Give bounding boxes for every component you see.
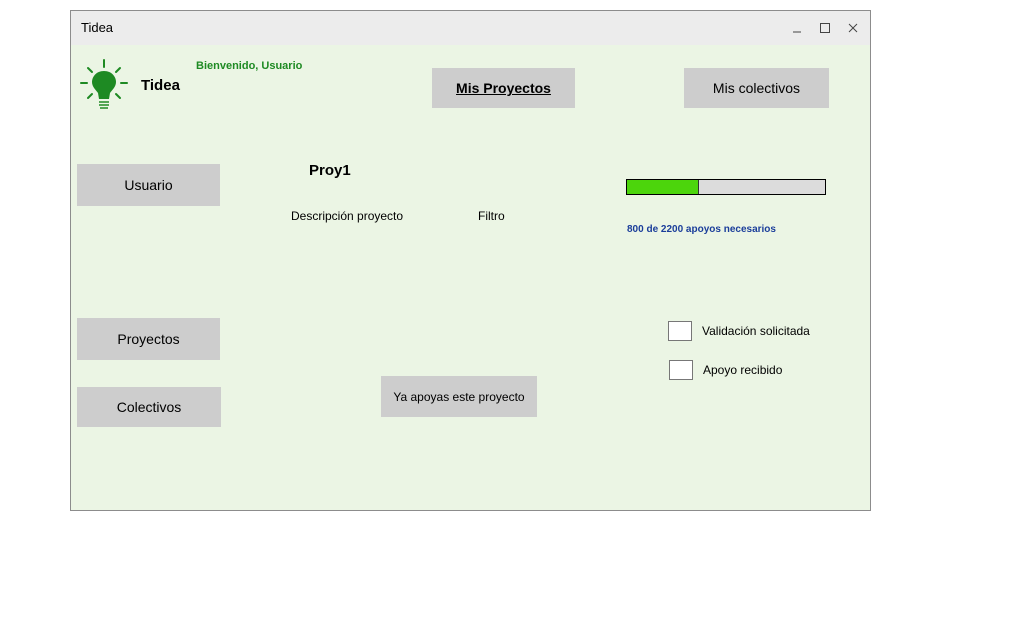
validacion-checkbox[interactable] bbox=[668, 321, 692, 341]
app-window: Tidea Tidea Bienvenido, Usuario Mis Proy… bbox=[70, 10, 871, 511]
window-title: Tidea bbox=[81, 20, 114, 35]
colectivos-button[interactable]: Colectivos bbox=[77, 387, 221, 427]
mis-colectivos-button[interactable]: Mis colectivos bbox=[684, 68, 829, 108]
mis-proyectos-button[interactable]: Mis Proyectos bbox=[432, 68, 575, 108]
filter-label[interactable]: Filtro bbox=[478, 209, 505, 223]
support-project-button[interactable]: Ya apoyas este proyecto bbox=[381, 376, 537, 417]
project-title: Proy1 bbox=[309, 162, 351, 179]
welcome-message: Bienvenido, Usuario bbox=[196, 60, 303, 72]
usuario-button[interactable]: Usuario bbox=[77, 164, 220, 206]
apoyo-row: Apoyo recibido bbox=[669, 360, 782, 380]
close-icon[interactable] bbox=[842, 17, 864, 39]
validacion-row: Validación solicitada bbox=[668, 321, 810, 341]
validacion-label: Validación solicitada bbox=[702, 324, 810, 338]
title-bar[interactable]: Tidea bbox=[71, 11, 870, 45]
support-progress-bar bbox=[626, 179, 826, 195]
app-logo: Tidea bbox=[79, 57, 180, 113]
apoyo-label: Apoyo recibido bbox=[703, 363, 783, 377]
minimize-icon[interactable] bbox=[786, 17, 808, 39]
project-description: Descripción proyecto bbox=[291, 209, 404, 223]
support-progress-fill bbox=[627, 180, 699, 194]
apoyo-checkbox[interactable] bbox=[669, 360, 693, 380]
lightbulb-icon bbox=[80, 59, 128, 109]
logo-text: Tidea bbox=[141, 77, 180, 94]
maximize-icon[interactable] bbox=[814, 17, 836, 39]
proyectos-button[interactable]: Proyectos bbox=[77, 318, 220, 360]
support-count-text: 800 de 2200 apoyos necesarios bbox=[627, 224, 776, 235]
